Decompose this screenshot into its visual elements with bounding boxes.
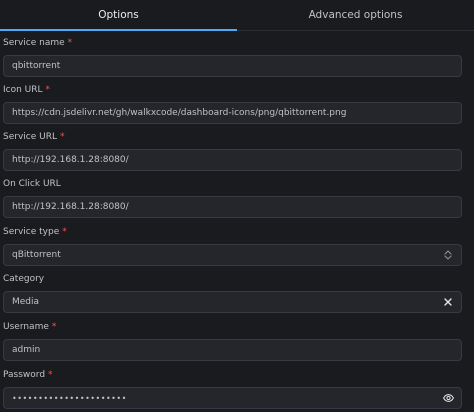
username-label-text: Username — [3, 322, 49, 332]
icon-url-label-text: Icon URL — [3, 85, 43, 95]
service-form: Options Advanced options Service name * q… — [0, 0, 474, 412]
on-click-url-label-text: On Click URL — [3, 179, 61, 189]
category-label-text: Category — [3, 274, 45, 284]
icon-url-input[interactable]: https://cdn.jsdelivr.net/gh/walkxcode/da… — [3, 102, 462, 124]
chevron-updown-icon[interactable] — [441, 248, 455, 262]
clear-x-icon[interactable] — [441, 295, 455, 309]
service-type-value: qBittorrent — [12, 250, 61, 260]
category-field: Category Media — [3, 273, 462, 313]
icon-url-value: https://cdn.jsdelivr.net/gh/walkxcode/da… — [12, 108, 347, 118]
service-type-label: Service type * — [3, 226, 462, 239]
category-label: Category — [3, 273, 462, 286]
password-label-text: Password — [3, 370, 46, 380]
service-type-label-text: Service type — [3, 227, 60, 237]
icon-url-label: Icon URL * — [3, 84, 462, 97]
on-click-url-input[interactable]: http://192.168.1.28:8080/ — [3, 196, 462, 218]
on-click-url-field: On Click URL http://192.168.1.28:8080/ — [3, 178, 462, 218]
service-name-label-text: Service name — [3, 38, 65, 48]
password-input[interactable]: •••••••••••••••••••••• — [3, 387, 462, 409]
password-label: Password * — [3, 369, 462, 382]
service-name-value: qbittorrent — [12, 61, 61, 71]
required-marker: * — [48, 370, 53, 380]
service-url-input[interactable]: http://192.168.1.28:8080/ — [3, 149, 462, 171]
tab-bar: Options Advanced options — [0, 0, 474, 31]
required-marker: * — [59, 132, 65, 142]
on-click-url-label: On Click URL — [3, 178, 462, 191]
username-field: Username * admin — [3, 321, 462, 361]
password-field: Password * •••••••••••••••••••••• — [3, 369, 462, 409]
on-click-url-value: http://192.168.1.28:8080/ — [12, 202, 129, 212]
service-url-label: Service URL * — [3, 131, 462, 144]
service-type-field: Service type * qBittorrent — [3, 226, 462, 266]
service-name-label: Service name * — [3, 37, 462, 50]
service-url-label-text: Service URL — [3, 132, 57, 142]
category-select[interactable]: Media — [3, 291, 462, 313]
icon-url-field: Icon URL * https://cdn.jsdelivr.net/gh/wa… — [3, 84, 462, 124]
username-label: Username * — [3, 321, 462, 334]
password-value: •••••••••••••••••••••• — [12, 393, 127, 403]
required-marker: * — [45, 85, 51, 95]
category-value: Media — [12, 297, 40, 307]
service-type-select[interactable]: qBittorrent — [3, 244, 462, 266]
service-name-field: Service name * qbittorrent — [3, 37, 462, 77]
required-marker: * — [67, 38, 73, 48]
required-marker: * — [51, 322, 57, 332]
username-value: admin — [12, 345, 41, 355]
required-marker: * — [62, 227, 67, 237]
tab-options[interactable]: Options — [0, 0, 237, 31]
username-input[interactable]: admin — [3, 339, 462, 361]
service-url-field: Service URL * http://192.168.1.28:8080/ — [3, 131, 462, 171]
tab-advanced-options[interactable]: Advanced options — [237, 0, 474, 29]
service-url-value: http://192.168.1.28:8080/ — [12, 155, 129, 165]
eye-icon[interactable] — [441, 391, 455, 405]
service-name-input[interactable]: qbittorrent — [3, 55, 462, 77]
